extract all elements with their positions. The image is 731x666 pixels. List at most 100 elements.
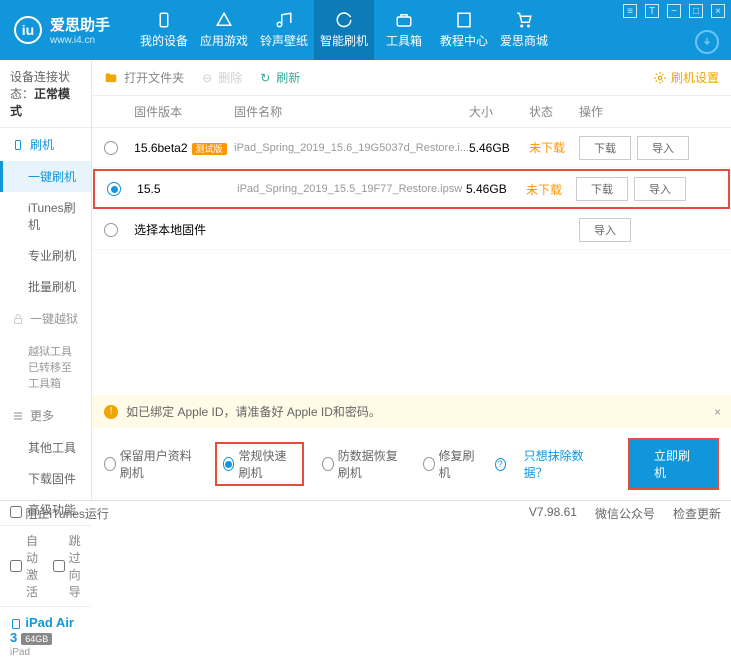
mode-keep-data[interactable]: 保留用户资料刷机 bbox=[104, 447, 197, 481]
download-icon bbox=[701, 36, 713, 48]
nav-my-device[interactable]: 我的设备 bbox=[134, 0, 194, 60]
erase-link[interactable]: 只想抹除数据？ bbox=[524, 447, 592, 481]
col-version: 固件版本 bbox=[134, 103, 234, 120]
skip-guide-checkbox[interactable] bbox=[53, 560, 65, 572]
flash-settings-button[interactable]: 刷机设置 bbox=[653, 69, 719, 86]
check-update-link[interactable]: 检查更新 bbox=[673, 505, 721, 522]
feedback-button[interactable]: T bbox=[645, 4, 659, 18]
sidebar-item-batch[interactable]: 批量刷机 bbox=[0, 271, 91, 302]
sidebar-item-other[interactable]: 其他工具 bbox=[0, 432, 91, 463]
jailbreak-note: 越狱工具已转移至工具箱 bbox=[0, 335, 91, 399]
block-itunes-checkbox[interactable] bbox=[10, 506, 22, 518]
folder-icon bbox=[104, 71, 118, 85]
row-size: 5.46GB bbox=[466, 182, 526, 196]
gear-icon bbox=[653, 71, 667, 85]
warning-text: 如已绑定 Apple ID，请准备好 Apple ID和密码。 bbox=[126, 403, 381, 420]
menu-button[interactable]: ≡ bbox=[623, 4, 637, 18]
row-filename: iPad_Spring_2019_15.6_19G5037d_Restore.i… bbox=[234, 142, 469, 154]
toolbar: 打开文件夹 ⊖ 删除 ↻ 刷新 刷机设置 bbox=[92, 60, 731, 96]
phone-icon bbox=[155, 11, 173, 29]
footer: 阻止iTunes运行 V7.98.61 微信公众号 检查更新 bbox=[0, 500, 731, 526]
content: 打开文件夹 ⊖ 删除 ↻ 刷新 刷机设置 固件版本 固件名称 大小 状态 操作 … bbox=[92, 60, 731, 500]
music-icon bbox=[275, 11, 293, 29]
help-icon[interactable]: ? bbox=[495, 458, 506, 471]
download-indicator[interactable] bbox=[695, 30, 719, 54]
auto-activate-label: 自动激活 bbox=[26, 532, 39, 600]
device-info[interactable]: iPad Air 364GB iPad bbox=[0, 606, 91, 666]
sidebar-item-itunes[interactable]: iTunes刷机 bbox=[0, 192, 91, 240]
sidebar-item-oneclick[interactable]: 一键刷机 bbox=[0, 161, 91, 192]
firmware-row-local[interactable]: 选择本地固件 导入 bbox=[92, 210, 731, 250]
warning-bar: ! 如已绑定 Apple ID，请准备好 Apple ID和密码。 × bbox=[92, 395, 731, 428]
row-version: 15.5 bbox=[137, 182, 160, 196]
row-status: 未下载 bbox=[526, 181, 576, 198]
mode-repair[interactable]: 修复刷机 bbox=[423, 447, 477, 481]
row-radio[interactable] bbox=[104, 223, 118, 237]
sidebar-group-flash[interactable]: 刷机 bbox=[0, 128, 91, 161]
row-size: 5.46GB bbox=[469, 141, 529, 155]
cart-icon bbox=[515, 11, 533, 29]
nav-toolbox[interactable]: 工具箱 bbox=[374, 0, 434, 60]
brand-name: 爱思助手 bbox=[50, 14, 110, 35]
skip-guide-label: 跳过向导 bbox=[69, 532, 82, 600]
refresh-icon bbox=[335, 11, 353, 29]
refresh-button[interactable]: ↻ 刷新 bbox=[260, 69, 300, 86]
flash-now-button[interactable]: 立即刷机 bbox=[628, 438, 719, 490]
logo-icon: iu bbox=[14, 16, 42, 44]
row-radio[interactable] bbox=[107, 182, 121, 196]
row-radio[interactable] bbox=[104, 141, 118, 155]
sidebar-item-pro[interactable]: 专业刷机 bbox=[0, 240, 91, 271]
toolbox-icon bbox=[395, 11, 413, 29]
list-icon bbox=[12, 410, 24, 422]
mode-quick[interactable]: 常规快速刷机 bbox=[215, 442, 304, 486]
sidebar: 设备连接状态：正常模式 刷机 一键刷机 iTunes刷机 专业刷机 批量刷机 一… bbox=[0, 60, 92, 500]
block-itunes[interactable]: 阻止iTunes运行 bbox=[10, 505, 109, 522]
auto-activate-checkbox[interactable] bbox=[10, 560, 22, 572]
download-button[interactable]: 下载 bbox=[579, 136, 631, 160]
close-button[interactable]: × bbox=[711, 4, 725, 18]
mode-secure[interactable]: 防数据恢复刷机 bbox=[322, 447, 405, 481]
device-capacity: 64GB bbox=[21, 633, 52, 645]
beta-tag: 测试版 bbox=[192, 143, 227, 155]
col-status: 状态 bbox=[529, 103, 579, 120]
phone-icon bbox=[12, 139, 24, 151]
firmware-row[interactable]: 15.6beta2测试版 iPad_Spring_2019_15.6_19G50… bbox=[92, 128, 731, 168]
mode-bar: 保留用户资料刷机 常规快速刷机 防数据恢复刷机 修复刷机 ? 只想抹除数据？ 立… bbox=[92, 428, 731, 500]
logo: iu 爱思助手 www.i4.cn bbox=[0, 14, 124, 46]
sidebar-group-jailbreak[interactable]: 一键越狱 bbox=[0, 302, 91, 335]
warning-close-button[interactable]: × bbox=[714, 405, 721, 419]
table-header: 固件版本 固件名称 大小 状态 操作 bbox=[92, 96, 731, 128]
app-icon bbox=[215, 11, 233, 29]
warning-icon: ! bbox=[104, 405, 118, 419]
maximize-button[interactable]: □ bbox=[689, 4, 703, 18]
connection-status: 设备连接状态：正常模式 bbox=[0, 60, 91, 128]
row-version: 选择本地固件 bbox=[134, 223, 206, 237]
col-size: 大小 bbox=[469, 103, 529, 120]
col-action: 操作 bbox=[579, 103, 719, 120]
lock-icon bbox=[12, 313, 24, 325]
wechat-link[interactable]: 微信公众号 bbox=[595, 505, 655, 522]
app-version: V7.98.61 bbox=[529, 505, 577, 522]
brand-url: www.i4.cn bbox=[50, 35, 110, 46]
sidebar-group-more[interactable]: 更多 bbox=[0, 399, 91, 432]
import-button[interactable]: 导入 bbox=[579, 218, 631, 242]
header: iu 爱思助手 www.i4.cn 我的设备 应用游戏 铃声壁纸 智能刷机 工具… bbox=[0, 0, 731, 60]
tablet-icon bbox=[10, 618, 22, 630]
top-nav: 我的设备 应用游戏 铃声壁纸 智能刷机 工具箱 教程中心 爱思商城 bbox=[134, 0, 554, 60]
book-icon bbox=[455, 11, 473, 29]
import-button[interactable]: 导入 bbox=[634, 177, 686, 201]
minimize-button[interactable]: − bbox=[667, 4, 681, 18]
sidebar-item-download[interactable]: 下载固件 bbox=[0, 463, 91, 494]
open-folder-button[interactable]: 打开文件夹 bbox=[104, 69, 184, 86]
nav-tutorials[interactable]: 教程中心 bbox=[434, 0, 494, 60]
col-name: 固件名称 bbox=[234, 103, 469, 120]
nav-store[interactable]: 爱思商城 bbox=[494, 0, 554, 60]
delete-button[interactable]: ⊖ 删除 bbox=[202, 69, 242, 86]
import-button[interactable]: 导入 bbox=[637, 136, 689, 160]
download-button[interactable]: 下载 bbox=[576, 177, 628, 201]
nav-apps[interactable]: 应用游戏 bbox=[194, 0, 254, 60]
nav-ringtones[interactable]: 铃声壁纸 bbox=[254, 0, 314, 60]
firmware-row-selected[interactable]: 15.5 iPad_Spring_2019_15.5_19F77_Restore… bbox=[93, 169, 730, 209]
device-type: iPad bbox=[10, 647, 81, 658]
nav-flash[interactable]: 智能刷机 bbox=[314, 0, 374, 60]
